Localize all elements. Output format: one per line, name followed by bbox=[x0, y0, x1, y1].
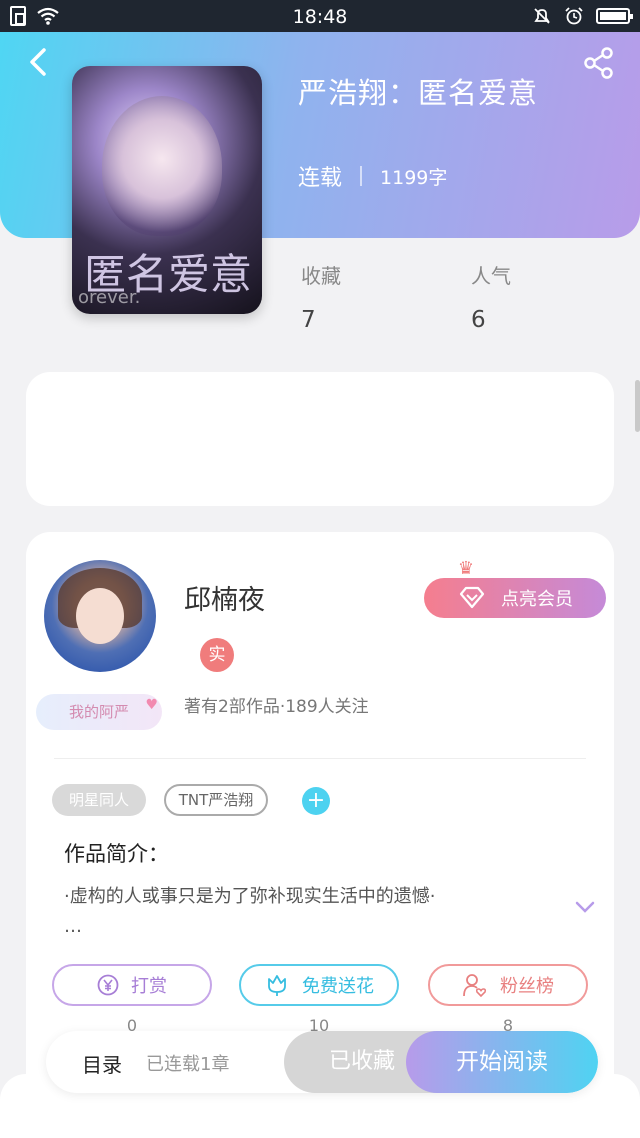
favorites-value: 7 bbox=[301, 307, 316, 333]
intro-title: 作品简介： bbox=[64, 842, 169, 866]
fan-badge: 我的阿严 bbox=[36, 694, 162, 730]
author-name[interactable]: 邱楠夜 bbox=[184, 578, 265, 617]
chevron-down-icon[interactable] bbox=[574, 896, 596, 918]
cover-sub-text: orever. bbox=[78, 287, 141, 308]
alarm-icon bbox=[565, 7, 583, 25]
flower-icon bbox=[268, 975, 286, 996]
fans-ranking-button[interactable]: 粉丝榜 bbox=[428, 964, 588, 1006]
word-count: 1199字 bbox=[380, 166, 448, 189]
verified-badge: 实 bbox=[200, 638, 234, 672]
chapter-count: 已连载1章 bbox=[146, 1054, 230, 1075]
book-title: 严浩翔：匿名爱意 bbox=[298, 76, 539, 110]
share-button[interactable] bbox=[582, 46, 616, 80]
reward-button[interactable]: 打赏 bbox=[52, 964, 212, 1006]
yen-coin-icon bbox=[97, 974, 119, 996]
user-heart-icon bbox=[463, 974, 487, 998]
status-bar: 18:48 bbox=[0, 0, 640, 32]
mute-bell-icon bbox=[534, 8, 550, 24]
cover-illustration bbox=[102, 96, 222, 236]
popularity-value: 6 bbox=[471, 307, 486, 333]
vip-button[interactable]: 点亮会员 bbox=[424, 578, 606, 618]
battery-icon bbox=[596, 8, 633, 24]
tag-tnt[interactable]: TNT严浩翔 bbox=[164, 784, 268, 816]
author-avatar[interactable] bbox=[44, 560, 156, 672]
meta-divider bbox=[360, 166, 363, 186]
send-flower-label: 免费送花 bbox=[302, 976, 374, 997]
fans-ranking-label: 粉丝榜 bbox=[500, 976, 554, 997]
blank-card bbox=[26, 372, 614, 506]
intro-text: ·虚构的人或事只是为了弥补现实生活中的遗憾· … bbox=[64, 882, 534, 942]
vip-button-label: 点亮会员 bbox=[501, 589, 573, 610]
favorites-label: 收藏 bbox=[301, 264, 341, 288]
table-of-contents-button[interactable]: 目录 bbox=[82, 1049, 122, 1078]
section-divider bbox=[54, 758, 586, 759]
reward-label: 打赏 bbox=[131, 976, 167, 997]
popularity-label: 人气 bbox=[471, 264, 511, 288]
book-status: 连载 bbox=[298, 166, 343, 191]
book-meta: 连载 1199字 bbox=[298, 160, 447, 192]
send-flower-button[interactable]: 免费送花 bbox=[239, 964, 399, 1006]
book-cover[interactable]: 匿名爱意 orever. bbox=[72, 66, 262, 314]
bottom-action-bar: 目录 已连载1章 已收藏 开始阅读 bbox=[46, 1031, 598, 1093]
back-button[interactable] bbox=[22, 44, 52, 80]
tag-star-fanfic[interactable]: 明星同人 bbox=[52, 784, 146, 816]
scrollbar[interactable] bbox=[635, 380, 640, 432]
add-tag-button[interactable]: + bbox=[302, 787, 330, 815]
diamond-icon bbox=[459, 586, 485, 609]
avatar-face bbox=[76, 588, 124, 644]
intro-ellipsis: … bbox=[64, 916, 82, 937]
crown-icon: ♛ bbox=[457, 558, 474, 579]
popularity-stat: 人气 6 bbox=[471, 260, 511, 333]
intro-text-line: ·虚构的人或事只是为了弥补现实生活中的遗憾· bbox=[64, 886, 436, 907]
start-reading-button[interactable]: 开始阅读 bbox=[406, 1031, 598, 1093]
favorites-stat: 收藏 7 bbox=[301, 260, 341, 333]
author-info: 著有2部作品·189人关注 bbox=[184, 697, 369, 717]
status-right-icons bbox=[532, 6, 633, 26]
